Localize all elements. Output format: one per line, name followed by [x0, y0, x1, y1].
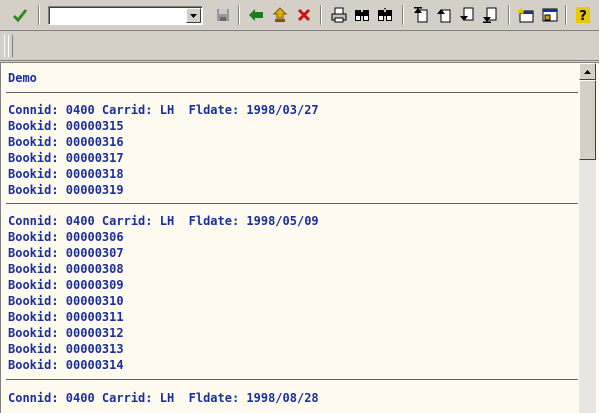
list-header: Demo — [8, 71, 37, 85]
list-item: Bookid: 00000306 — [8, 230, 124, 244]
vertical-scrollbar[interactable] — [579, 63, 596, 413]
chevron-up-icon — [584, 69, 591, 74]
list-content: Demo Connid: 0400 Carrid: LH Fldate: 199… — [1, 63, 579, 413]
list-item: Bookid: 00000314 — [8, 358, 124, 372]
separator-line — [6, 92, 578, 93]
application-toolbar — [0, 31, 599, 61]
first-page-icon[interactable] — [411, 5, 431, 25]
find-next-icon[interactable] — [375, 5, 395, 25]
separator-line — [6, 379, 578, 380]
toolbar-separator — [565, 5, 567, 25]
list-item: Bookid: 00000307 — [8, 246, 124, 260]
list-item: Bookid: 00000308 — [8, 262, 124, 276]
list-item: Bookid: 00000315 — [8, 119, 124, 133]
toolbar-separator — [238, 5, 240, 25]
find-icon[interactable] — [352, 5, 372, 25]
separator-line — [6, 203, 578, 204]
toolbar-separator — [402, 5, 404, 25]
next-page-icon[interactable] — [457, 5, 477, 25]
group-heading: Connid: 0400 Carrid: LH Fldate: 1998/05/… — [8, 214, 319, 228]
chevron-down-icon — [190, 13, 197, 18]
toolbar-separator — [320, 5, 322, 25]
scroll-up-button[interactable] — [579, 63, 596, 80]
command-field[interactable] — [48, 6, 203, 25]
list-item: Bookid: 00000311 — [8, 310, 124, 324]
toolbar-separator — [38, 5, 40, 25]
list-item: Bookid: 00000319 — [8, 183, 124, 197]
list-item: Bookid: 00000313 — [8, 342, 124, 356]
list-item: Bookid: 00000309 — [8, 278, 124, 292]
scrollbar-thumb[interactable] — [579, 80, 596, 160]
cancel-x-icon[interactable] — [294, 5, 314, 25]
toolbar-grip[interactable] — [8, 35, 13, 57]
last-page-icon[interactable] — [480, 5, 500, 25]
previous-page-icon[interactable] — [434, 5, 454, 25]
command-dropdown-button[interactable] — [186, 8, 201, 23]
list-item: Bookid: 00000318 — [8, 167, 124, 181]
list-item: Bookid: 00000312 — [8, 326, 124, 340]
list-item: Bookid: 00000316 — [8, 135, 124, 149]
enter-check-icon[interactable] — [10, 5, 30, 25]
group-heading: Connid: 0400 Carrid: LH Fldate: 1998/03/… — [8, 103, 319, 117]
list-item: Bookid: 00000310 — [8, 294, 124, 308]
command-input[interactable] — [51, 8, 185, 23]
save-icon[interactable] — [213, 5, 233, 25]
list-output-area: Demo Connid: 0400 Carrid: LH Fldate: 199… — [0, 62, 599, 413]
new-session-icon[interactable] — [516, 5, 536, 25]
group-heading: Connid: 0400 Carrid: LH Fldate: 1998/08/… — [8, 391, 319, 405]
exit-up-arrow-icon[interactable] — [270, 5, 290, 25]
toolbar-separator — [508, 5, 510, 25]
back-arrow-icon[interactable] — [246, 5, 266, 25]
print-icon[interactable] — [329, 5, 349, 25]
svg-text:?: ? — [579, 9, 587, 23]
help-icon[interactable]: ? — [573, 5, 593, 25]
list-item: Bookid: 00000317 — [8, 151, 124, 165]
system-toolbar: ? — [0, 0, 599, 31]
create-shortcut-icon[interactable] — [540, 5, 560, 25]
